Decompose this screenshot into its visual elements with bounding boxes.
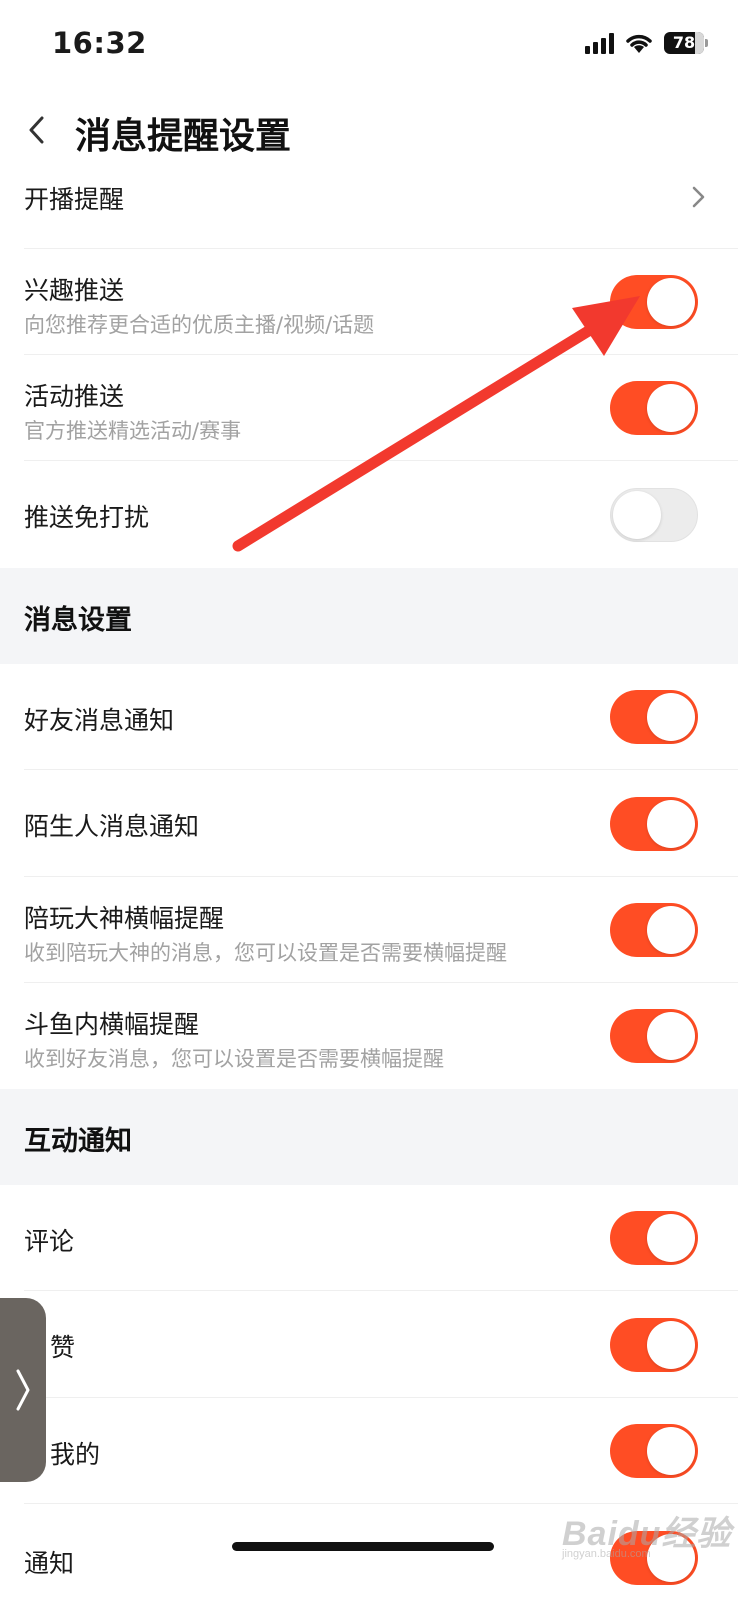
row-like: 赞 <box>0 1291 738 1398</box>
section-title: 互动通知 <box>24 1126 132 1157</box>
row-title: 兴趣推送 <box>24 276 125 305</box>
battery-icon: 78 <box>664 32 708 54</box>
status-icons: 78 <box>585 32 708 54</box>
row-live-reminder[interactable]: 开播提醒 <box>0 165 738 249</box>
row-title: 推送免打扰 <box>24 503 150 532</box>
row-title: 我的 <box>50 1440 101 1469</box>
row-comment: 评论 <box>0 1185 738 1291</box>
row-title: 斗鱼内横幅提醒 <box>24 1010 200 1039</box>
row-subtitle: 官方推送精选活动/赛事 <box>24 419 242 443</box>
like-toggle[interactable] <box>610 1318 698 1372</box>
row-subtitle: 向您推荐更合适的优质主播/视频/话题 <box>24 313 375 337</box>
inapp-banner-toggle[interactable] <box>610 1009 698 1063</box>
row-title: 陪玩大神横幅提醒 <box>24 904 225 933</box>
row-title: 活动推送 <box>24 382 125 411</box>
row-title: 赞 <box>50 1333 76 1362</box>
baidu-watermark: Baidu经验 jingyan.baidu.com <box>552 1500 732 1570</box>
nav-bar: 消息提醒设置 <box>0 95 738 165</box>
battery-level: 78 <box>672 33 696 52</box>
interest-push-toggle[interactable] <box>610 275 698 329</box>
status-time: 16:32 <box>52 26 147 60</box>
row-subtitle: 收到好友消息，您可以设置是否需要横幅提醒 <box>24 1047 444 1071</box>
activity-push-toggle[interactable] <box>610 381 698 435</box>
signal-icon <box>585 32 614 54</box>
row-title: 好友消息通知 <box>24 706 175 735</box>
page-title: 消息提醒设置 <box>75 116 292 157</box>
stranger-msg-toggle[interactable] <box>610 797 698 851</box>
section-header-interaction: 互动通知 <box>0 1089 738 1185</box>
row-push-dnd: 推送免打扰 <box>0 461 738 568</box>
row-subtitle: 收到陪玩大神的消息，您可以设置是否需要横幅提醒 <box>24 941 507 965</box>
row-stranger-msg: 陌生人消息通知 <box>0 770 738 877</box>
row-mine: 我的 <box>0 1398 738 1504</box>
row-title: 开播提醒 <box>24 185 125 214</box>
row-title: 通知 <box>24 1549 75 1578</box>
chevron-left-icon[interactable] <box>22 111 52 149</box>
row-companion-banner: 陪玩大神横幅提醒 收到陪玩大神的消息，您可以设置是否需要横幅提醒 <box>0 877 738 983</box>
comment-toggle[interactable] <box>610 1211 698 1265</box>
chevron-right-icon <box>16 1369 30 1411</box>
push-dnd-toggle[interactable] <box>610 488 698 542</box>
home-indicator <box>232 1542 494 1551</box>
companion-banner-toggle[interactable] <box>610 903 698 957</box>
row-friend-msg: 好友消息通知 <box>0 664 738 770</box>
row-inapp-banner: 斗鱼内横幅提醒 收到好友消息，您可以设置是否需要横幅提醒 <box>0 983 738 1089</box>
row-title: 陌生人消息通知 <box>24 812 200 841</box>
row-activity-push: 活动推送 官方推送精选活动/赛事 <box>0 355 738 461</box>
status-bar: 16:32 78 <box>0 0 738 90</box>
side-expand-tab[interactable] <box>0 1298 46 1482</box>
watermark-sub: jingyan.baidu.com <box>562 1548 651 1560</box>
row-title: 评论 <box>24 1227 75 1256</box>
section-title: 消息设置 <box>24 605 132 636</box>
friend-msg-toggle[interactable] <box>610 690 698 744</box>
mine-toggle[interactable] <box>610 1424 698 1478</box>
section-header-message: 消息设置 <box>0 568 738 664</box>
chevron-right-icon <box>692 186 705 208</box>
row-interest-push: 兴趣推送 向您推荐更合适的优质主播/视频/话题 <box>0 249 738 355</box>
wifi-icon <box>626 34 652 53</box>
